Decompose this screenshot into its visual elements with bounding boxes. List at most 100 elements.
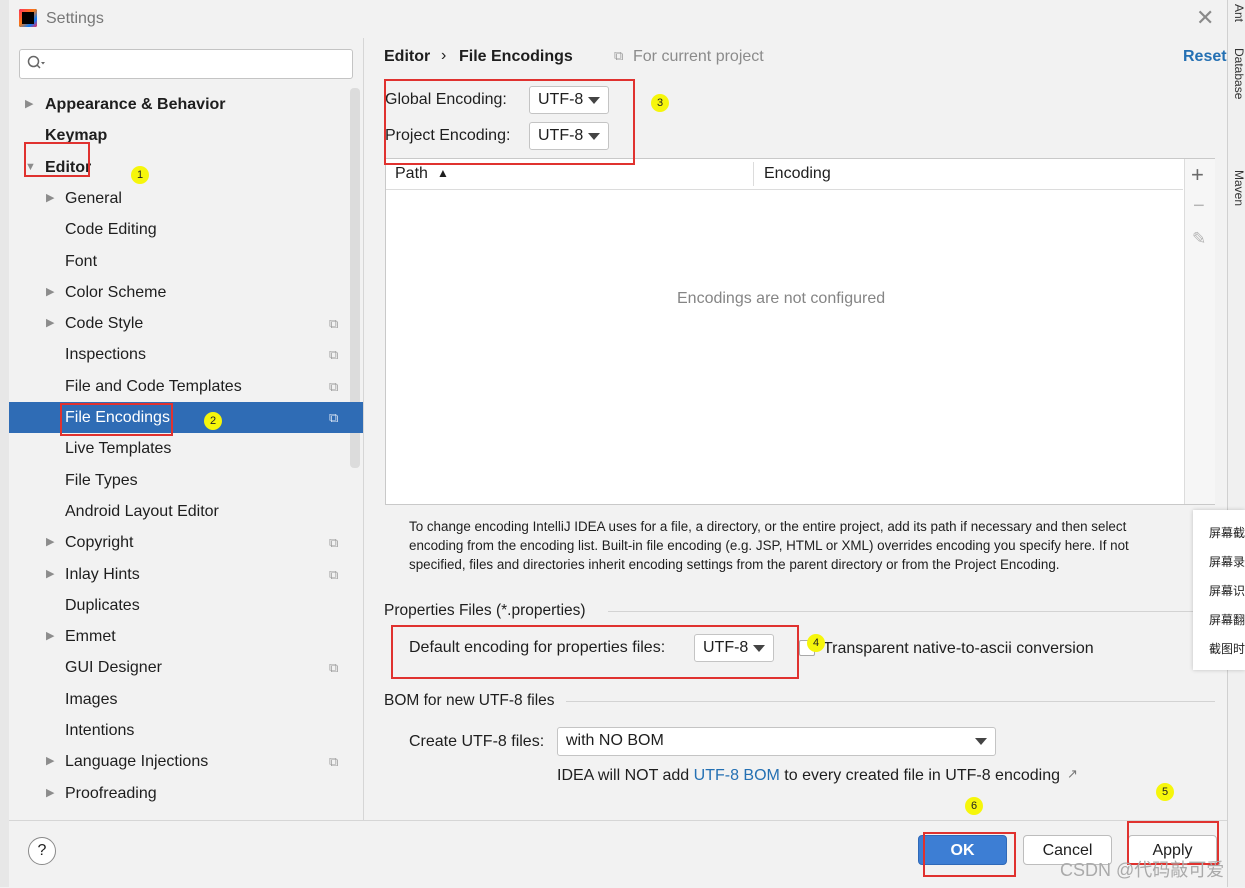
path-encoding-table[interactable] [385,158,1215,505]
sidebar-item-label: GUI Designer [65,659,162,676]
scope-label: For current project [633,48,764,65]
project-scope-icon: ⧉ [329,660,339,675]
annotation-box-ok [923,832,1016,877]
sidebar-item[interactable]: GUI Designer ⧉ [9,652,363,683]
project-scope-icon: ⧉ [329,347,339,362]
sidebar-item[interactable]: Intentions [9,715,363,746]
sidebar-item-label: Appearance & Behavior [45,96,226,113]
bom-info-suffix: to every created file in UTF-8 encoding [779,767,1060,784]
project-scope-icon: ⧉ [329,410,339,425]
sidebar-item[interactable]: ▶ Color Scheme [9,277,363,308]
sidebar-item[interactable]: ▶ Proofreading [9,778,363,809]
sidebar-item-label: Intentions [65,722,135,739]
collapsed-arrow-icon[interactable]: ▶ [25,89,33,120]
bom-info-text: IDEA will NOT add UTF-8 BOM to every cre… [557,767,1060,785]
project-scope-icon: ⧉ [329,535,339,550]
sidebar-item-label: Copyright [65,534,134,551]
sidebar-item-label: Proofreading [65,785,157,802]
breadcrumb-parent[interactable]: Editor [384,48,430,66]
watermark: CSDN @代码敲可爱 [1060,860,1225,880]
project-scope-icon: ⧉ [329,379,339,394]
sidebar-item[interactable]: Images [9,684,363,715]
sidebar-item-label: Inlay Hints [65,566,140,583]
close-icon[interactable]: ✕ [1196,7,1214,29]
sidebar-item[interactable]: Live Templates [9,433,363,464]
sidebar-item[interactable]: Inspections ⧉ [9,339,363,370]
sidebar-item[interactable]: ▶ Code Style ⧉ [9,308,363,339]
maven-tab[interactable]: Maven [1232,170,1245,206]
popup-item[interactable]: 屏幕识 [1209,582,1245,599]
column-header-encoding[interactable]: Encoding [764,165,831,183]
annotation-marker: 4 [807,634,825,652]
ide-right-toolwindow-strip [1227,0,1245,887]
section-divider [608,611,1215,612]
window-title: Settings [46,10,104,27]
search-icon [27,55,45,75]
annotation-box-file-encodings [60,403,173,436]
annotation-marker: 3 [651,94,669,112]
database-tab[interactable]: Database [1232,48,1245,99]
sidebar-item-label: Language Injections [65,753,209,770]
collapsed-arrow-icon[interactable]: ▶ [46,277,54,308]
create-utf8-label: Create UTF-8 files: [409,733,545,750]
sidebar-item-label: Font [65,253,98,270]
project-scope-icon: ⧉ [614,48,624,63]
search-input[interactable] [19,49,353,79]
sidebar-item-label: Emmet [65,628,116,645]
collapsed-arrow-icon[interactable]: ▶ [46,746,54,777]
bom-info-prefix: IDEA will NOT add [557,767,694,784]
sidebar-item-label: Code Style [65,315,144,332]
sidebar-item[interactable]: Code Editing [9,214,363,245]
sidebar-item[interactable]: File and Code Templates ⧉ [9,371,363,402]
annotation-box-properties [391,625,799,679]
title-bar [9,0,1227,38]
utf8-bom-link[interactable]: UTF-8 BOM [694,767,780,784]
project-scope-icon: ⧉ [329,567,339,582]
sidebar-item[interactable]: ▶ General [9,183,363,214]
sidebar-item[interactable]: Font [9,246,363,277]
reset-link[interactable]: Reset [1183,48,1227,66]
popup-item[interactable]: 屏幕录 [1209,553,1245,570]
popup-item[interactable]: 截图时 [1209,640,1245,657]
sidebar-item[interactable]: ▶ Emmet [9,621,363,652]
create-utf8-select[interactable]: with NO BOM [557,727,996,756]
help-button[interactable]: ? [28,837,56,865]
annotation-marker: 6 [965,797,983,815]
breadcrumb-separator: › [441,47,447,64]
add-icon[interactable]: + [1191,162,1204,188]
collapsed-arrow-icon[interactable]: ▶ [46,527,54,558]
empty-table-text: Encodings are not configured [677,290,886,307]
collapsed-arrow-icon[interactable]: ▶ [46,183,54,214]
edit-icon[interactable]: ✎ [1192,229,1206,249]
ant-tab[interactable]: Ant [1232,4,1245,22]
sidebar-item[interactable]: Android Layout Editor [9,496,363,527]
page-title: File Encodings [459,48,573,65]
sidebar-item-label: Android Layout Editor [65,503,219,520]
external-link-icon: ↗ [1067,766,1078,781]
sidebar-item-label: Color Scheme [65,284,167,301]
sort-ascending-icon: ▲ [437,166,449,180]
bom-section-title: BOM for new UTF-8 files [384,692,555,709]
column-header-path[interactable]: Path [395,165,428,183]
sidebar-item-label: Duplicates [65,597,140,614]
sidebar-item[interactable]: ▶ Language Injections ⧉ [9,746,363,777]
sidebar-item[interactable]: ▶ Copyright ⧉ [9,527,363,558]
chevron-down-icon [975,738,987,745]
collapsed-arrow-icon[interactable]: ▶ [46,778,54,809]
sidebar-item[interactable]: ▶ Appearance & Behavior [9,89,363,120]
collapsed-arrow-icon[interactable]: ▶ [46,621,54,652]
sidebar-item-label: Code Editing [65,221,157,238]
collapsed-arrow-icon[interactable]: ▶ [46,559,54,590]
popup-item[interactable]: 屏幕截 [1209,524,1245,541]
collapsed-arrow-icon[interactable]: ▶ [46,308,54,339]
sidebar-item-label: Inspections [65,346,146,363]
sidebar-item[interactable]: Duplicates [9,590,363,621]
sidebar-item-label: Images [65,691,118,708]
column-divider[interactable] [753,162,754,186]
sidebar-item[interactable]: File Types [9,465,363,496]
remove-icon[interactable]: − [1193,195,1205,218]
annotation-marker: 1 [131,166,149,184]
sidebar-item[interactable]: ▶ Inlay Hints ⧉ [9,559,363,590]
popup-item[interactable]: 屏幕翻 [1209,611,1245,628]
transparent-conversion-label[interactable]: Transparent native-to-ascii conversion [823,640,1094,658]
